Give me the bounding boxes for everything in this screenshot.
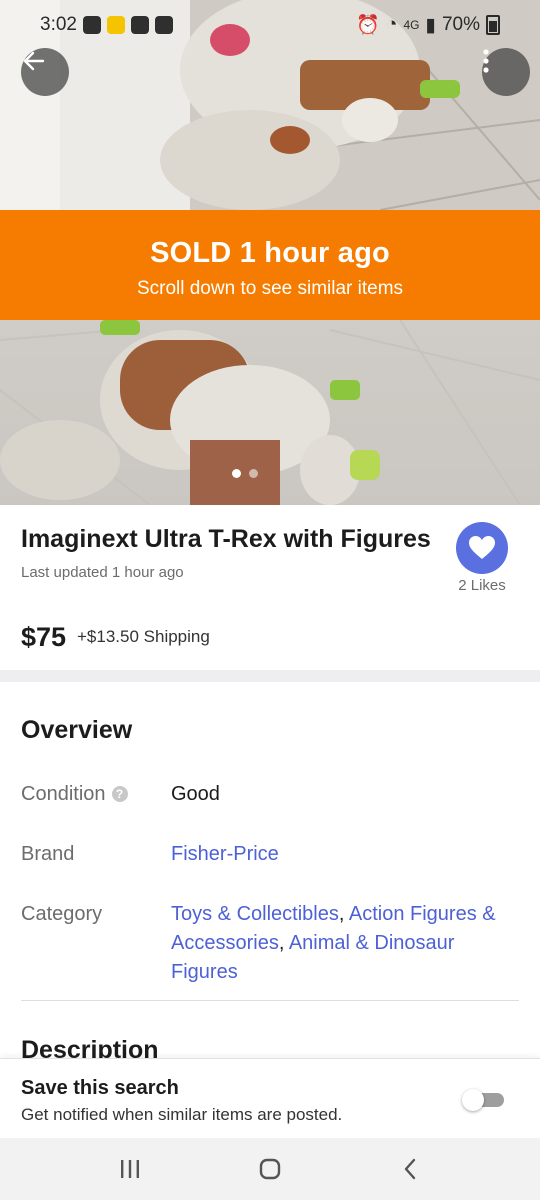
category-values: Toys & Collectibles, Action Figures & Ac… — [171, 903, 496, 983]
alarm-icon: ⏰ — [356, 15, 380, 36]
charging-icon — [106, 16, 125, 34]
category-link[interactable]: Toys & Collectibles — [171, 903, 339, 925]
condition-label: Condition? — [21, 783, 128, 806]
help-icon[interactable]: ? — [111, 786, 128, 802]
price: $75 — [21, 622, 67, 652]
network-type: 4G — [403, 18, 420, 32]
divider — [21, 1000, 519, 1001]
last-updated: Last updated 1 hour ago — [21, 564, 184, 581]
brand-label: Brand — [21, 843, 75, 865]
more-options-button[interactable] — [482, 48, 530, 96]
save-search-panel: Save this search Get notified when simil… — [0, 1058, 540, 1139]
recent-apps-icon — [121, 1160, 139, 1178]
save-search-title: Save this search — [21, 1077, 179, 1099]
battery-icon — [486, 15, 500, 35]
status-time: 3:02 — [40, 14, 77, 35]
notification-icon — [130, 16, 149, 34]
signal-icon: ▮ — [425, 14, 436, 36]
save-search-subtitle: Get notified when similar items are post… — [21, 1105, 343, 1124]
likes-count: 2 Likes — [458, 577, 506, 594]
notification-icon — [154, 16, 173, 34]
listing-photo-carousel[interactable]: 3:02 ⏰ ◔ 4G ▮ 70% SOLD 1 hour ago Scroll… — [0, 0, 540, 505]
status-bar: 3:02 ⏰ ◔ 4G ▮ 70% — [0, 0, 540, 50]
condition-label-text: Condition — [21, 783, 106, 805]
save-search-toggle[interactable] — [462, 1089, 504, 1111]
wifi-icon: ◔ — [386, 14, 398, 35]
home-button[interactable] — [245, 1149, 295, 1189]
nav-back-button[interactable] — [385, 1149, 435, 1189]
condition-value: Good — [171, 783, 220, 805]
arrow-left-icon — [23, 51, 45, 71]
nav-back-icon — [404, 1158, 416, 1180]
recent-apps-button[interactable] — [105, 1149, 155, 1189]
listing-title: Imaginext Ultra T-Rex with Figures — [21, 525, 431, 553]
overview-heading: Overview — [21, 716, 133, 744]
section-divider — [0, 670, 540, 682]
brand-link[interactable]: Fisher-Price — [171, 843, 279, 866]
home-icon — [259, 1158, 281, 1180]
category-label: Category — [21, 903, 103, 925]
shipping-cost: +$13.50 Shipping — [77, 627, 210, 646]
sold-banner-title: SOLD 1 hour ago — [150, 237, 390, 269]
heart-icon — [469, 536, 495, 559]
back-button[interactable] — [21, 48, 69, 96]
listing-header: Imaginext Ultra T-Rex with Figures Last … — [0, 505, 540, 670]
sold-banner-subtitle: Scroll down to see similar items — [136, 278, 404, 299]
like-button[interactable] — [456, 522, 508, 574]
battery-level: 70% — [441, 14, 480, 35]
notification-icon — [82, 16, 101, 34]
system-nav-bar — [0, 1138, 540, 1200]
carousel-dot[interactable] — [249, 469, 258, 478]
more-vertical-icon — [483, 49, 489, 73]
description-heading: Description — [21, 1036, 159, 1058]
carousel-dot[interactable] — [232, 469, 241, 478]
sold-banner: SOLD 1 hour ago Scroll down to see simil… — [0, 210, 540, 320]
carousel-indicator — [232, 469, 258, 478]
